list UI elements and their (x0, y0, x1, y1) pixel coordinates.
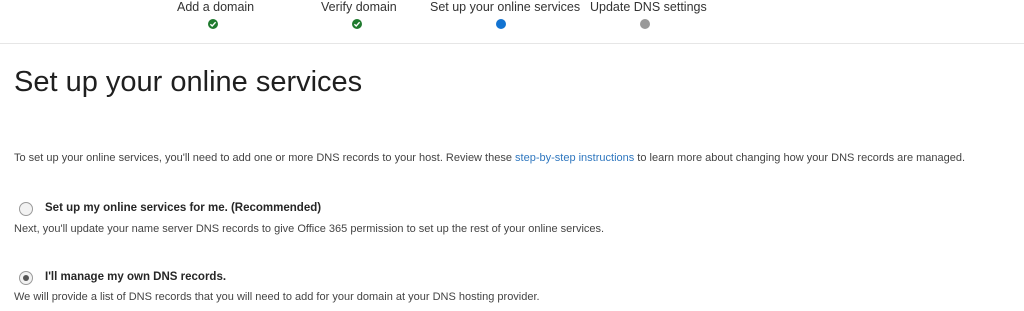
step-update-dns-settings: Update DNS settings (590, 0, 750, 34)
radio-manage-own-dns[interactable] (19, 271, 33, 285)
step-complete-check-icon (352, 19, 362, 29)
option-manage-own-dns-description: We will provide a list of DNS records th… (14, 291, 540, 303)
option-setup-for-me-label[interactable]: Set up my online services for me. (Recom… (45, 202, 321, 214)
step-label: Add a domain (177, 0, 255, 14)
step-current-dot-icon (496, 19, 506, 29)
step-by-step-instructions-link[interactable]: step-by-step instructions (515, 152, 634, 164)
step-pending-dot-icon (640, 19, 650, 29)
step-add-domain: Add a domain (177, 0, 337, 34)
intro-text-end: to learn more about changing how your DN… (634, 152, 966, 164)
step-label: Set up your online services (430, 0, 581, 14)
option-setup-for-me-description: Next, you'll update your name server DNS… (14, 223, 605, 235)
page-title: Set up your online services (14, 66, 363, 98)
intro-text-start: To set up your online services, you'll n… (14, 152, 516, 164)
intro-text: To set up your online services, you'll n… (14, 152, 965, 164)
step-label: Update DNS settings (590, 0, 707, 14)
step-label: Verify domain (321, 0, 397, 14)
progress-stepper: Add a domain Verify domain Set up your o… (0, 0, 1024, 44)
step-set-up-online-services: Set up your online services (430, 0, 590, 34)
option-manage-own-dns-label[interactable]: I'll manage my own DNS records. (45, 271, 226, 283)
radio-setup-for-me[interactable] (19, 202, 33, 216)
step-complete-check-icon (208, 19, 218, 29)
